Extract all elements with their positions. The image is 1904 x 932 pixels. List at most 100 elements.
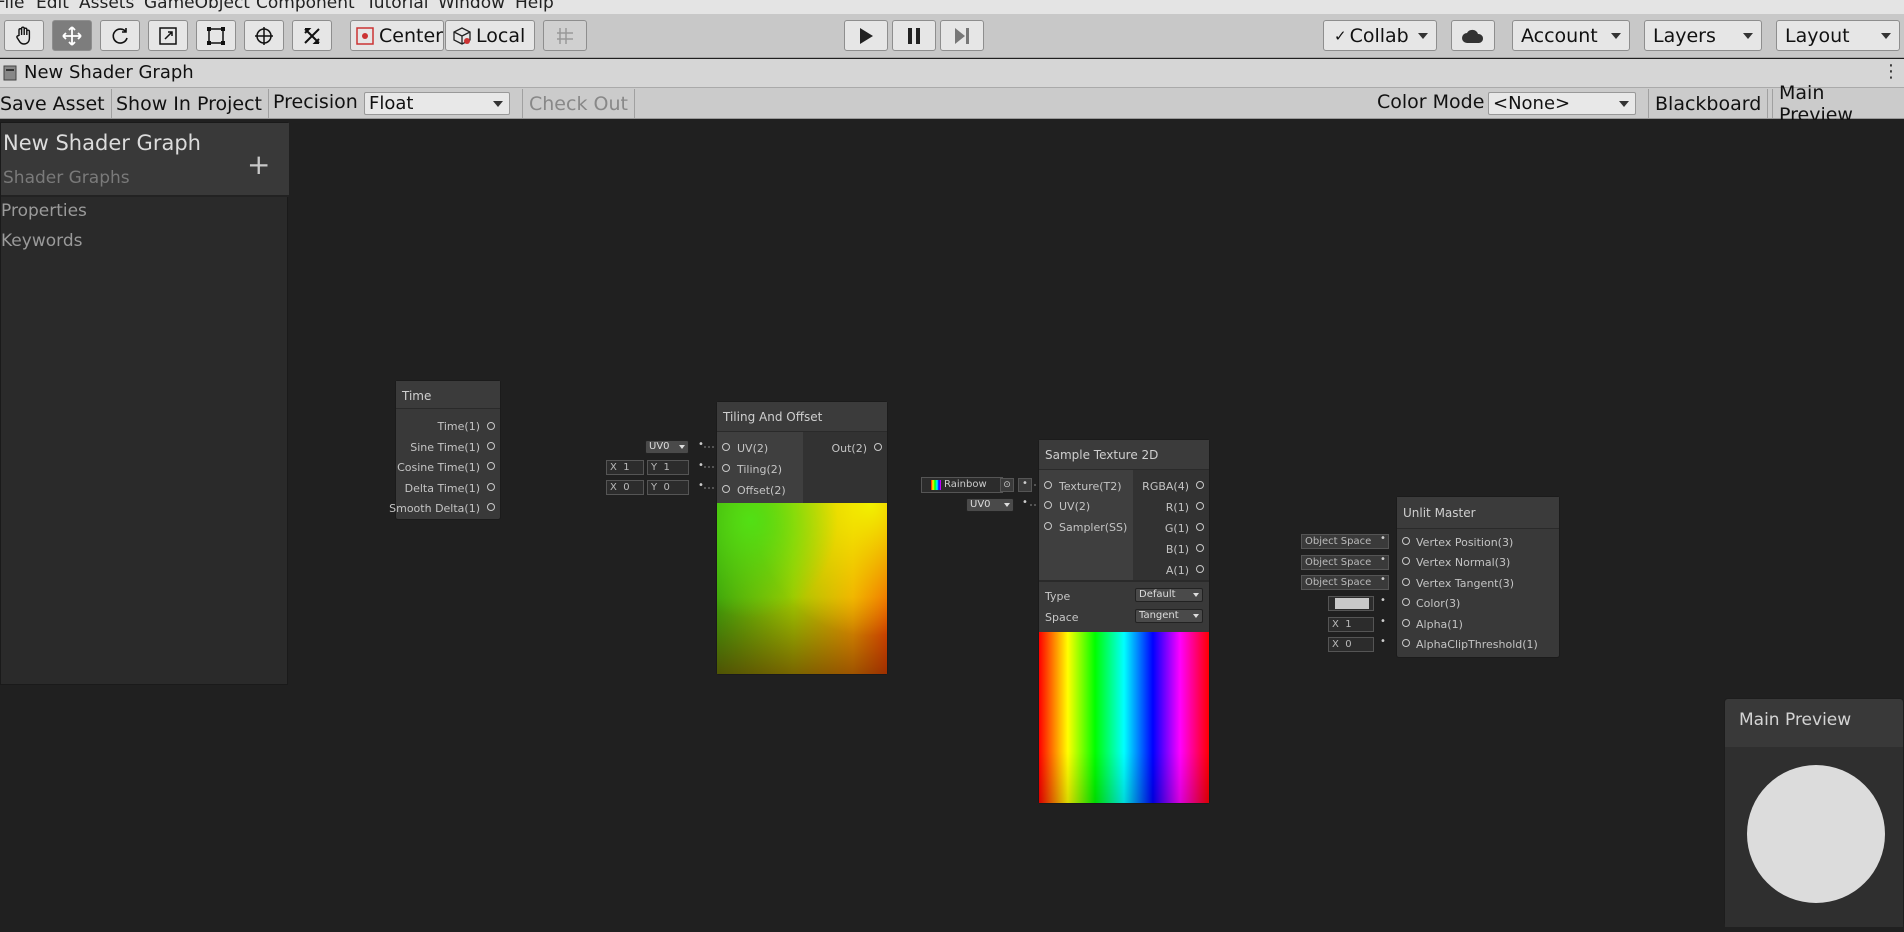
port-connector-dot: • [698, 480, 704, 491]
port-alpha: Alpha(1) [1416, 618, 1463, 631]
uv-channel-dropdown[interactable]: UV0 [645, 440, 689, 454]
port-sine-time: Sine Time(1) [410, 441, 480, 454]
port-connector-dot: • [1018, 478, 1032, 492]
alpha-clip-label: X [1332, 639, 1339, 650]
keywords-section[interactable]: Keywords [1, 231, 82, 251]
tiling-y-value: 1 [663, 462, 670, 473]
main-preview-panel: Main Preview [1724, 698, 1904, 927]
input-port-dot[interactable] [1402, 619, 1410, 627]
color-swatch [1335, 598, 1369, 609]
sample-texture-2d-node[interactable]: Sample Texture 2D Texture(T2) UV(2) Samp… [1038, 439, 1210, 804]
tiling-x-label: X [610, 462, 617, 473]
color-field[interactable] [1328, 596, 1374, 611]
texture-field[interactable]: Rainbow [921, 477, 1003, 493]
port-connector-dot: • [1022, 497, 1028, 508]
input-port-dot[interactable] [1402, 537, 1410, 545]
port-smooth-delta: Smooth Delta(1) [389, 502, 480, 515]
space-dropdown[interactable]: Tangent [1135, 609, 1203, 623]
tiling-y-field[interactable]: Y 1 [647, 460, 689, 475]
input-port-dot[interactable] [722, 464, 730, 472]
preview-sphere [1747, 765, 1885, 903]
chevron-down-icon [1193, 614, 1199, 618]
output-port-dot[interactable] [487, 442, 495, 450]
port-cosine-time: Cosine Time(1) [397, 461, 480, 474]
port-connector-dot: • [1380, 595, 1386, 606]
output-port-dot[interactable] [1196, 502, 1204, 510]
chevron-down-icon [679, 445, 685, 449]
port-a: A(1) [1165, 564, 1189, 577]
blackboard-title[interactable]: New Shader Graph [3, 131, 201, 155]
space-label: Space [1045, 611, 1079, 624]
input-port-dot[interactable] [1044, 481, 1052, 489]
type-value: Default [1139, 589, 1176, 600]
tiling-x-value: 1 [623, 462, 630, 473]
input-port-dot[interactable] [722, 485, 730, 493]
type-label: Type [1045, 590, 1071, 603]
port-r: R(1) [1165, 501, 1189, 514]
input-port-dot[interactable] [1044, 522, 1052, 530]
port-time: Time(1) [437, 420, 480, 433]
alpha-value: 1 [1345, 619, 1352, 630]
time-node[interactable]: Time Time(1) Sine Time(1) Cosine Time(1)… [389, 380, 501, 520]
alpha-clip-value: 0 [1345, 639, 1352, 650]
input-port-dot[interactable] [1402, 578, 1410, 586]
port-tiling: Tiling(2) [737, 463, 783, 476]
port-uv: UV(2) [1059, 500, 1091, 513]
sample-uv-dropdown[interactable]: UV0 [966, 498, 1014, 512]
output-port-dot[interactable] [487, 462, 495, 470]
alpha-clip-field[interactable]: X 0 [1328, 637, 1374, 652]
output-port-dot[interactable] [874, 443, 882, 451]
vertex-normal-space[interactable]: Object Space [1301, 555, 1389, 570]
port-color: Color(3) [1416, 597, 1461, 610]
port-rgba: RGBA(4) [1142, 480, 1189, 493]
offset-x-label: X [610, 482, 617, 493]
tiling-y-label: Y [651, 462, 658, 473]
node-title: Unlit Master [1397, 497, 1559, 529]
unlit-master-node[interactable]: Unlit Master Vertex Position(3) Vertex N… [1396, 496, 1560, 658]
port-alpha-clip-threshold: AlphaClipThreshold(1) [1416, 638, 1538, 651]
sample-uv-value: UV0 [970, 499, 991, 510]
output-port-dot[interactable] [1196, 544, 1204, 552]
offset-y-field[interactable]: Y 0 [647, 480, 689, 495]
tiling-and-offset-node[interactable]: Tiling And Offset UV(2) Tiling(2) Offset… [716, 401, 888, 675]
texture-thumbnail [931, 480, 941, 490]
alpha-field[interactable]: X 1 [1328, 617, 1374, 632]
port-vertex-tangent: Vertex Tangent(3) [1416, 577, 1515, 590]
vertex-position-space[interactable]: Object Space [1301, 534, 1389, 549]
port-vertex-normal: Vertex Normal(3) [1416, 556, 1511, 569]
node-title: Tiling And Offset [717, 402, 887, 432]
output-port-dot[interactable] [1196, 481, 1204, 489]
add-property-icon[interactable]: + [247, 151, 270, 179]
properties-section[interactable]: Properties [1, 201, 87, 221]
port-texture: Texture(T2) [1059, 480, 1122, 493]
tiling-x-field[interactable]: X 1 [606, 460, 644, 475]
blackboard-divider [1, 195, 289, 197]
blackboard-panel: New Shader Graph Shader Graphs + Propert… [0, 122, 289, 685]
port-connector-dot: • [698, 460, 704, 471]
texture-name: Rainbow [944, 479, 987, 490]
space-value: Tangent [1139, 610, 1179, 621]
offset-y-label: Y [651, 482, 658, 493]
input-port-dot[interactable] [1044, 501, 1052, 509]
output-port-dot[interactable] [487, 422, 495, 430]
input-port-dot[interactable] [1402, 557, 1410, 565]
input-port-dot[interactable] [722, 443, 730, 451]
output-port-dot[interactable] [487, 503, 495, 511]
output-port-dot[interactable] [1196, 523, 1204, 531]
blackboard-subtitle: Shader Graphs [3, 168, 130, 188]
main-preview-viewport[interactable] [1725, 747, 1903, 927]
uv-channel-value: UV0 [649, 441, 670, 452]
offset-x-field[interactable]: X 0 [606, 480, 644, 495]
chevron-down-icon [1193, 593, 1199, 597]
chevron-down-icon [1004, 503, 1010, 507]
input-port-dot[interactable] [1402, 639, 1410, 647]
offset-y-value: 0 [663, 482, 670, 493]
output-port-dot[interactable] [1196, 565, 1204, 573]
node-preview-image [1039, 632, 1209, 803]
port-b: B(1) [1165, 543, 1189, 556]
vertex-tangent-space[interactable]: Object Space [1301, 575, 1389, 590]
type-dropdown[interactable]: Default [1135, 588, 1203, 602]
input-port-dot[interactable] [1402, 598, 1410, 606]
object-picker-icon[interactable]: ⊙ [1000, 478, 1014, 492]
output-port-dot[interactable] [487, 483, 495, 491]
